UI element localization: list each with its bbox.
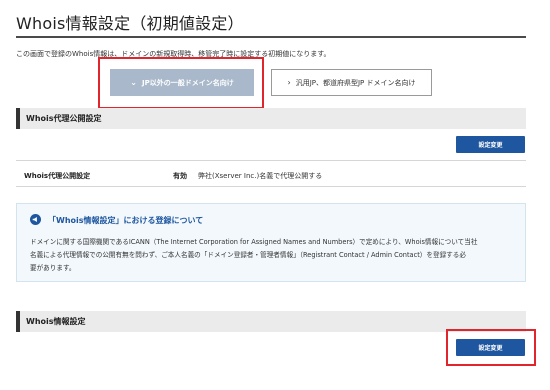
proxy-section-heading: Whois代理公開設定: [16, 108, 526, 129]
proxy-row-label: Whois代理公開設定: [24, 172, 91, 180]
row-divider-bottom: [16, 186, 526, 187]
tab-label: JP以外の一般ドメイン名向け: [141, 78, 234, 87]
tab-jp-domains[interactable]: › 汎用JP、都道府県型JP ドメイン名向け: [271, 69, 432, 96]
chevron-down-icon: ⌄: [130, 78, 137, 87]
notice-line: 名義による代理情報での公開有無を問わず、ご本人名義の「ドメイン登録者・管理者情報…: [30, 251, 466, 259]
notice-body: ドメインに関する国際機関であるICANN（The Internet Corpor…: [30, 236, 516, 275]
megaphone-icon: [30, 214, 41, 225]
whois-settings-change-button[interactable]: 設定変更: [456, 339, 525, 356]
proxy-settings-change-button[interactable]: 設定変更: [456, 136, 525, 153]
page-title: Whois情報設定（初期値設定）: [16, 14, 244, 33]
chevron-right-icon: ›: [287, 78, 291, 87]
notice-box: 「Whois情報設定」における登録について ドメインに関する国際機関であるICA…: [16, 203, 526, 282]
proxy-status-value: 有効: [173, 172, 187, 180]
row-divider-top: [16, 160, 526, 161]
notice-line: 要があります。: [30, 264, 76, 272]
proxy-description: 弊社(Xserver Inc.)名義で代理公開する: [198, 172, 323, 180]
notice-title: 「Whois情報設定」における登録について: [48, 216, 204, 225]
tab-general-domains[interactable]: ⌄ JP以外の一般ドメイン名向け: [110, 69, 254, 96]
title-divider: [16, 36, 526, 38]
notice-line: ドメインに関する国際機関であるICANN（The Internet Corpor…: [30, 238, 478, 246]
tab-label: 汎用JP、都道府県型JP ドメイン名向け: [295, 78, 416, 87]
